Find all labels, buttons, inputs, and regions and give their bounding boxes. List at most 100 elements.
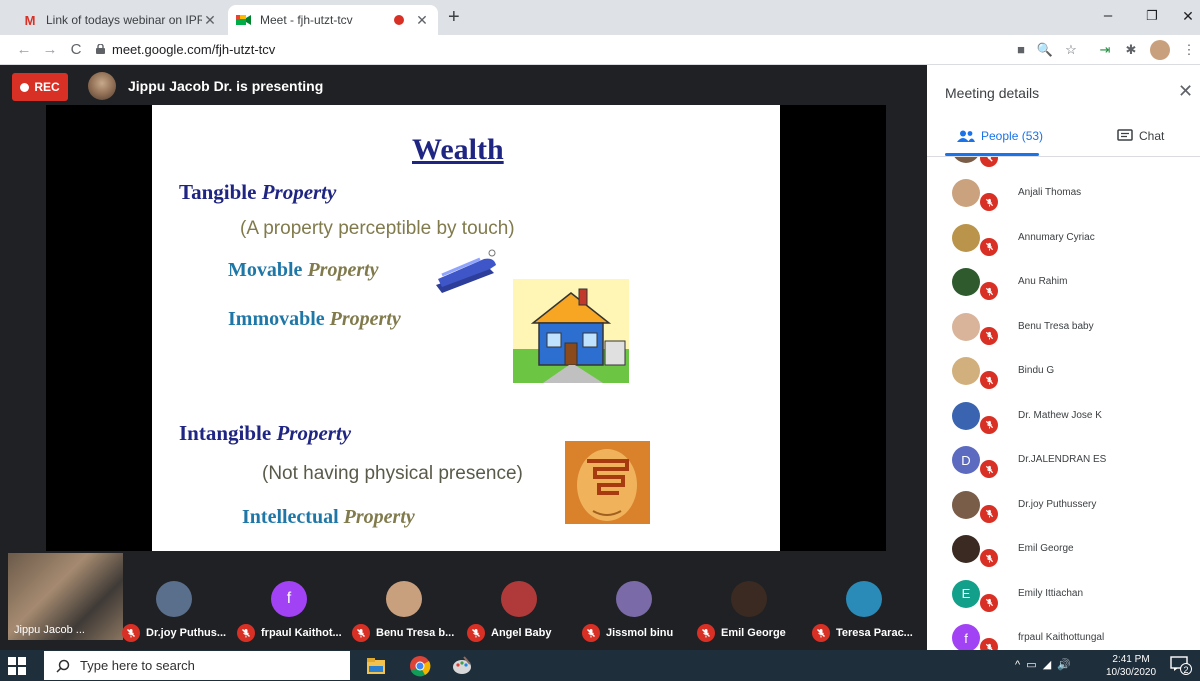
presenter-avatar [88,72,116,100]
immovable-suffix: Property [329,308,401,330]
participant-name: Dr. Mathew Jose K [1018,409,1102,421]
taskbar-clock[interactable]: 2:41 PM 10/30/2020 [1106,653,1156,679]
back-button[interactable]: ← [14,40,34,60]
people-list-item[interactable]: Anjali Thomas [927,171,1200,215]
people-list-item[interactable]: Anu Rahim [927,260,1200,304]
people-list-item[interactable]: Bindu G [927,349,1200,393]
presentation-slide: Wealth Tangible Property (A property per… [152,105,780,551]
participant-name: Angel Baby [491,627,552,639]
participant-avatar [952,223,980,252]
chat-icon [1117,129,1133,141]
people-icon [957,130,975,142]
intangible-heading: Intangible Property [179,421,351,446]
intangible-description: (Not having physical presence) [262,463,523,484]
movable-suffix: Property [307,259,379,281]
participant-avatar [952,357,980,385]
menu-icon[interactable]: ⋮ [1180,41,1198,59]
movable-main: Movable [228,259,303,281]
self-view-name: Jippu Jacob ... [14,624,85,636]
immovable-main: Immovable [228,308,325,330]
address-bar[interactable]: meet.google.com/fjh-utzt-tcv [112,42,275,57]
participant-name: Benu Tresa b... [376,627,455,639]
browser-toolbar: ← → C meet.google.com/fjh-utzt-tcv ■ 🔍 ☆… [0,35,1200,65]
participant-name: Bindu G [1018,365,1055,376]
intellectual-suffix: Property [343,506,415,528]
participant-label: Teresa Parac... [812,623,913,643]
minimize-button[interactable]: – [1086,0,1130,32]
participant-name: Benu Tresa baby [1018,320,1094,332]
people-list-item[interactable]: Benu Tresa baby [927,305,1200,349]
participant-name: Dr.JALENDRAN ES [1018,454,1107,465]
chat-tab-label: Chat [1139,129,1165,143]
extensions-puzzle-icon[interactable]: ✱ [1122,41,1140,59]
system-tray[interactable]: ^ ▭ ◢ 🔊 [1015,658,1071,671]
reload-button[interactable]: C [66,40,86,60]
people-list-item[interactable]: f frpaul Kaithottungal [927,616,1200,650]
participant-tile[interactable]: Teresa Parac... [808,553,922,643]
participant-label: Dr.joy Puthus... [122,623,226,643]
meet-icon [236,12,252,28]
tab-gmail[interactable]: M Link of todays webinar on IPR - s ✕ [14,5,226,35]
extension-arrow-icon[interactable]: ⇥ [1096,41,1114,59]
tab-chat[interactable]: Chat [1117,129,1164,143]
chrome-icon[interactable] [408,654,432,678]
close-icon[interactable]: ✕ [202,12,218,29]
intellectual-heading: Intellectual Property [242,506,415,529]
tab-people[interactable]: People (53) [957,129,1043,143]
zoom-icon[interactable]: 🔍 [1036,41,1054,59]
forward-button[interactable]: → [40,40,60,60]
participant-tile[interactable]: Jissmol binu [578,553,692,643]
mic-off-icon [812,624,830,642]
participant-label: Benu Tresa b... [352,623,454,643]
participant-avatar [952,157,980,163]
tab-meet[interactable]: Meet - fjh-utzt-tcv ✕ [228,5,438,35]
participant-avatar [952,401,980,430]
bookmark-star-icon[interactable]: ☆ [1062,41,1080,59]
participant-avatar [386,581,422,617]
participant-tile[interactable]: f frpaul Kaithot... [233,553,347,643]
participant-name: Emil George [1018,543,1074,554]
mic-off-icon [980,638,998,650]
participant-avatar [952,268,980,296]
close-panel-button[interactable]: ✕ [1178,81,1193,102]
list-item-partial [927,157,1200,171]
people-list-item[interactable]: Dr.joy Puthussery [927,483,1200,527]
participant-tile[interactable]: Angel Baby [463,553,577,643]
participant-tile[interactable]: Emil George [693,553,807,643]
participant-name: Emil George [721,627,786,639]
tab-strip: M Link of todays webinar on IPR - s ✕ Me… [0,0,1200,35]
presenting-text: Jippu Jacob Dr. is presenting [128,78,324,94]
search-placeholder: Type here to search [80,658,195,673]
paint-icon[interactable] [450,654,474,678]
people-list-item[interactable]: Dr. Mathew Jose K [927,394,1200,438]
people-list-item[interactable]: D Dr.JALENDRAN ES [927,438,1200,482]
notification-center-icon[interactable]: 2 [1170,656,1192,676]
close-icon[interactable]: ✕ [414,12,430,29]
mic-off-icon [980,415,998,434]
mic-off-icon [980,371,998,389]
close-window-button[interactable]: ✕ [1166,0,1200,32]
people-list-item[interactable]: Annumary Cyriac [927,216,1200,260]
intangible-suffix: Property [276,421,352,445]
participant-tile[interactable]: Benu Tresa b... [348,553,462,643]
participant-avatar: f [271,581,307,617]
mic-off-icon [980,157,998,167]
file-explorer-icon[interactable] [364,654,388,678]
maze-head-image [565,441,650,524]
camera-icon[interactable]: ■ [1012,41,1030,59]
participant-tile[interactable]: Dr.joy Puthus... [118,553,232,643]
profile-avatar[interactable] [1150,40,1170,60]
taskbar-search[interactable]: Type here to search [44,651,350,680]
tangible-suffix: Property [261,180,337,204]
mic-off-icon [697,624,715,642]
search-icon [56,659,70,673]
recording-dot-icon [394,15,404,25]
new-tab-button[interactable]: + [448,6,460,29]
people-list-item[interactable]: Emil George [927,527,1200,571]
people-list: Anjali Thomas Annumary Cyriac Anu Rahim Ben… [927,157,1200,650]
people-list-item[interactable]: E Emily Ittiachan [927,572,1200,616]
self-view-tile[interactable]: Jippu Jacob ... [8,553,123,640]
mic-off-icon [980,593,998,612]
meeting-details-panel: Meeting details ✕ People (53) Chat Anjal… [927,65,1200,650]
windows-start-icon[interactable] [8,657,26,675]
